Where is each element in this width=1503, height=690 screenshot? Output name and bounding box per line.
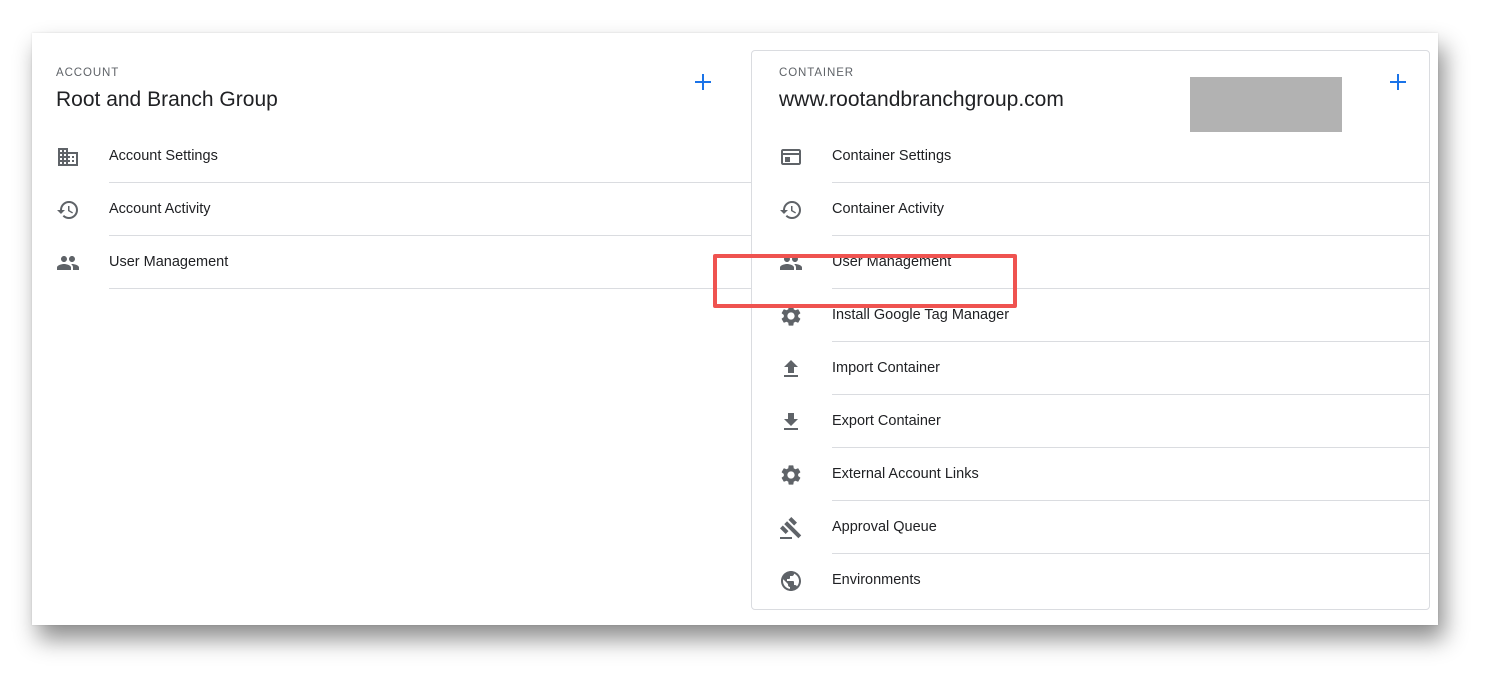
approval-queue-label: Approval Queue: [832, 519, 937, 535]
container-settings-item[interactable]: Container Settings: [779, 130, 1429, 183]
account-name: Root and Branch Group: [56, 88, 278, 111]
account-activity-label: Account Activity: [109, 201, 211, 217]
globe-icon: [779, 569, 803, 593]
export-container-label: Export Container: [832, 413, 941, 429]
approval-queue-item[interactable]: Approval Queue: [779, 501, 1429, 554]
admin-page: ACCOUNT Root and Branch Group Account Se…: [32, 33, 1438, 625]
history-icon: [56, 198, 80, 222]
external-account-links-item[interactable]: External Account Links: [779, 448, 1429, 501]
window-icon: [779, 145, 803, 169]
account-user-management-item[interactable]: User Management: [56, 236, 757, 289]
external-account-links-label: External Account Links: [832, 466, 979, 482]
container-activity-label: Container Activity: [832, 201, 945, 217]
install-google-tag-manager-label: Install Google Tag Manager: [832, 307, 1010, 323]
container-activity-item[interactable]: Container Activity: [779, 183, 1429, 236]
add-container-button[interactable]: [1385, 69, 1411, 95]
gear-icon: [779, 463, 803, 487]
redacted-area: [1190, 77, 1342, 132]
people-icon: [779, 251, 803, 275]
account-section-label: ACCOUNT: [56, 67, 120, 79]
download-icon: [779, 410, 803, 434]
import-container-label: Import Container: [832, 360, 940, 376]
container-user-management-item[interactable]: User Management: [779, 236, 1429, 289]
divider: [109, 288, 757, 289]
add-account-button[interactable]: [690, 69, 716, 95]
building-icon: [56, 145, 80, 169]
export-container-item[interactable]: Export Container: [779, 395, 1429, 448]
container-settings-label: Container Settings: [832, 148, 952, 164]
container-user-management-label: User Management: [832, 254, 952, 270]
container-section-label: CONTAINER: [779, 67, 854, 79]
people-icon: [56, 251, 80, 275]
container-name: www.rootandbranchgroup.com: [779, 88, 1064, 111]
account-settings-label: Account Settings: [109, 148, 218, 164]
upload-icon: [779, 357, 803, 381]
gavel-icon: [779, 516, 803, 540]
account-activity-item[interactable]: Account Activity: [56, 183, 757, 236]
container-menu: Container Settings Container Activity Us…: [779, 130, 1429, 607]
account-menu: Account Settings Account Activity User M…: [56, 130, 757, 289]
install-google-tag-manager-item[interactable]: Install Google Tag Manager: [779, 289, 1429, 342]
environments-item[interactable]: Environments: [779, 554, 1429, 607]
environments-label: Environments: [832, 572, 921, 588]
import-container-item[interactable]: Import Container: [779, 342, 1429, 395]
account-panel: ACCOUNT Root and Branch Group Account Se…: [32, 33, 757, 625]
gear-icon: [779, 304, 803, 328]
container-panel: CONTAINER www.rootandbranchgroup.com Con…: [751, 50, 1430, 610]
account-user-management-label: User Management: [109, 254, 229, 270]
history-icon: [779, 198, 803, 222]
account-settings-item[interactable]: Account Settings: [56, 130, 757, 183]
